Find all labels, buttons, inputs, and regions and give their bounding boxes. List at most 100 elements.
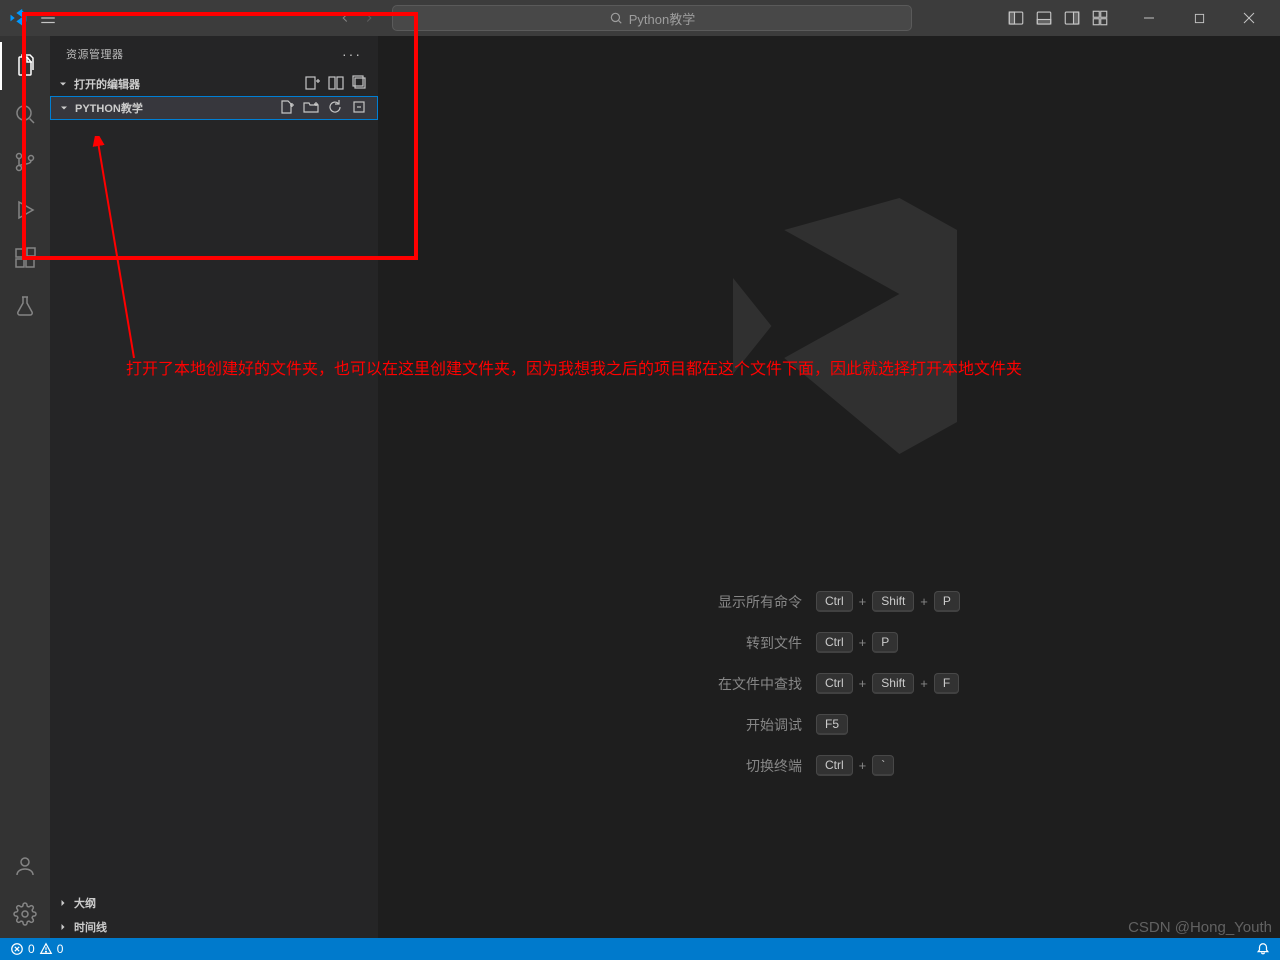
- activity-settings[interactable]: [0, 890, 50, 938]
- window-maximize[interactable]: [1176, 0, 1222, 36]
- activity-accounts[interactable]: [0, 842, 50, 890]
- chevron-right-icon: [56, 896, 70, 910]
- keycap: P: [872, 632, 898, 653]
- keycap: P: [934, 591, 960, 612]
- activity-source-control[interactable]: [0, 138, 50, 186]
- shortcut-label: 切换终端: [682, 756, 802, 776]
- menu-button[interactable]: [36, 6, 60, 30]
- app-icon: [8, 8, 28, 28]
- keycap: Ctrl: [816, 755, 853, 776]
- shortcut-row: 显示所有命令 Ctrl + Shift + P: [682, 591, 976, 612]
- outline-section[interactable]: 大纲: [50, 890, 378, 914]
- chevron-down-icon: [57, 101, 71, 115]
- plus-separator: +: [859, 758, 867, 773]
- keycap: Shift: [872, 591, 914, 612]
- shortcut-keys: F5: [816, 714, 976, 735]
- keycap: F: [934, 673, 959, 694]
- error-count: 0: [28, 942, 35, 956]
- activity-search[interactable]: [0, 90, 50, 138]
- toggle-secondary-sidebar-icon[interactable]: [1060, 6, 1084, 30]
- shortcut-keys: Ctrl + Shift + P: [816, 591, 976, 612]
- outline-label: 大纲: [74, 895, 96, 911]
- toggle-primary-sidebar-icon[interactable]: [1004, 6, 1028, 30]
- shortcut-row: 开始调试 F5: [682, 714, 976, 735]
- new-folder-icon[interactable]: [303, 99, 319, 118]
- shortcut-keys: Ctrl + Shift + F: [816, 673, 976, 694]
- warning-icon: [39, 942, 53, 956]
- nav-arrows: [336, 9, 378, 27]
- shortcut-label: 显示所有命令: [682, 592, 802, 612]
- vscode-watermark-logo: [669, 166, 989, 491]
- timeline-section[interactable]: 时间线: [50, 914, 378, 938]
- shortcut-keys: Ctrl + P: [816, 632, 976, 653]
- customize-layout-icon[interactable]: [1088, 6, 1112, 30]
- shortcut-row: 切换终端 Ctrl + `: [682, 755, 976, 776]
- status-bar: 0 0: [0, 938, 1280, 960]
- save-all-icon[interactable]: [352, 75, 368, 94]
- folder-tree[interactable]: [50, 120, 378, 890]
- open-editors-section[interactable]: 打开的编辑器: [50, 72, 378, 96]
- beaker-icon: [13, 294, 37, 318]
- window-minimize[interactable]: [1126, 0, 1172, 36]
- new-file-icon[interactable]: [279, 99, 295, 118]
- keycap: Ctrl: [816, 632, 853, 653]
- folder-label: PYTHON教学: [75, 100, 143, 116]
- editor-area: 显示所有命令 Ctrl + Shift + P 转到文件 Ctrl + P 在文件中查找 Ctrl + S…: [378, 36, 1280, 938]
- timeline-label: 时间线: [74, 919, 107, 935]
- shortcut-label: 开始调试: [682, 715, 802, 735]
- chevron-down-icon: [56, 77, 70, 91]
- warning-count: 0: [57, 942, 64, 956]
- activity-explorer[interactable]: [0, 42, 50, 90]
- keycap: F5: [816, 714, 848, 735]
- title-bar: Python教学: [0, 0, 1280, 36]
- play-icon: [13, 198, 37, 222]
- files-icon: [13, 54, 37, 78]
- collapse-all-icon[interactable]: [351, 99, 367, 118]
- sidebar-more-button[interactable]: ···: [342, 46, 362, 62]
- toggle-panel-icon[interactable]: [1032, 6, 1056, 30]
- plus-separator: +: [859, 594, 867, 609]
- new-untitled-icon[interactable]: [304, 75, 320, 94]
- toggle-layout-icon[interactable]: [328, 75, 344, 94]
- refresh-icon[interactable]: [327, 99, 343, 118]
- activity-extensions[interactable]: [0, 234, 50, 282]
- extensions-icon: [13, 246, 37, 270]
- chevron-right-icon: [56, 920, 70, 934]
- nav-back[interactable]: [336, 9, 354, 27]
- window-close[interactable]: [1226, 0, 1272, 36]
- open-editors-label: 打开的编辑器: [74, 76, 140, 92]
- command-center[interactable]: Python教学: [392, 5, 912, 31]
- gear-icon: [13, 902, 37, 926]
- folder-section[interactable]: PYTHON教学: [50, 96, 378, 120]
- activity-testing[interactable]: [0, 282, 50, 330]
- bell-icon: [1256, 942, 1270, 956]
- keycap: Shift: [872, 673, 914, 694]
- keycap: Ctrl: [816, 591, 853, 612]
- shortcut-label: 转到文件: [682, 633, 802, 653]
- status-problems[interactable]: 0 0: [10, 942, 63, 956]
- shortcut-row: 在文件中查找 Ctrl + Shift + F: [682, 673, 976, 694]
- shortcut-keys: Ctrl + `: [816, 755, 976, 776]
- shortcut-list: 显示所有命令 Ctrl + Shift + P 转到文件 Ctrl + P 在文件中查找 Ctrl + S…: [682, 591, 976, 776]
- plus-separator: +: [859, 676, 867, 691]
- status-notifications[interactable]: [1256, 942, 1270, 956]
- explorer-sidebar: 资源管理器 ··· 打开的编辑器 PYTHON教学: [50, 36, 378, 938]
- sidebar-title: 资源管理器: [66, 46, 124, 62]
- branch-icon: [13, 150, 37, 174]
- plus-separator: +: [920, 676, 928, 691]
- nav-forward[interactable]: [360, 9, 378, 27]
- keycap: Ctrl: [816, 673, 853, 694]
- account-icon: [13, 854, 37, 878]
- activity-run-debug[interactable]: [0, 186, 50, 234]
- search-icon: [13, 102, 37, 126]
- plus-separator: +: [859, 635, 867, 650]
- keycap: `: [872, 755, 894, 776]
- plus-separator: +: [920, 594, 928, 609]
- search-placeholder: Python教学: [629, 9, 695, 28]
- sidebar-header: 资源管理器 ···: [50, 36, 378, 72]
- shortcut-row: 转到文件 Ctrl + P: [682, 632, 976, 653]
- shortcut-label: 在文件中查找: [682, 674, 802, 694]
- error-icon: [10, 942, 24, 956]
- search-icon: [609, 11, 623, 25]
- activity-bar: [0, 36, 50, 938]
